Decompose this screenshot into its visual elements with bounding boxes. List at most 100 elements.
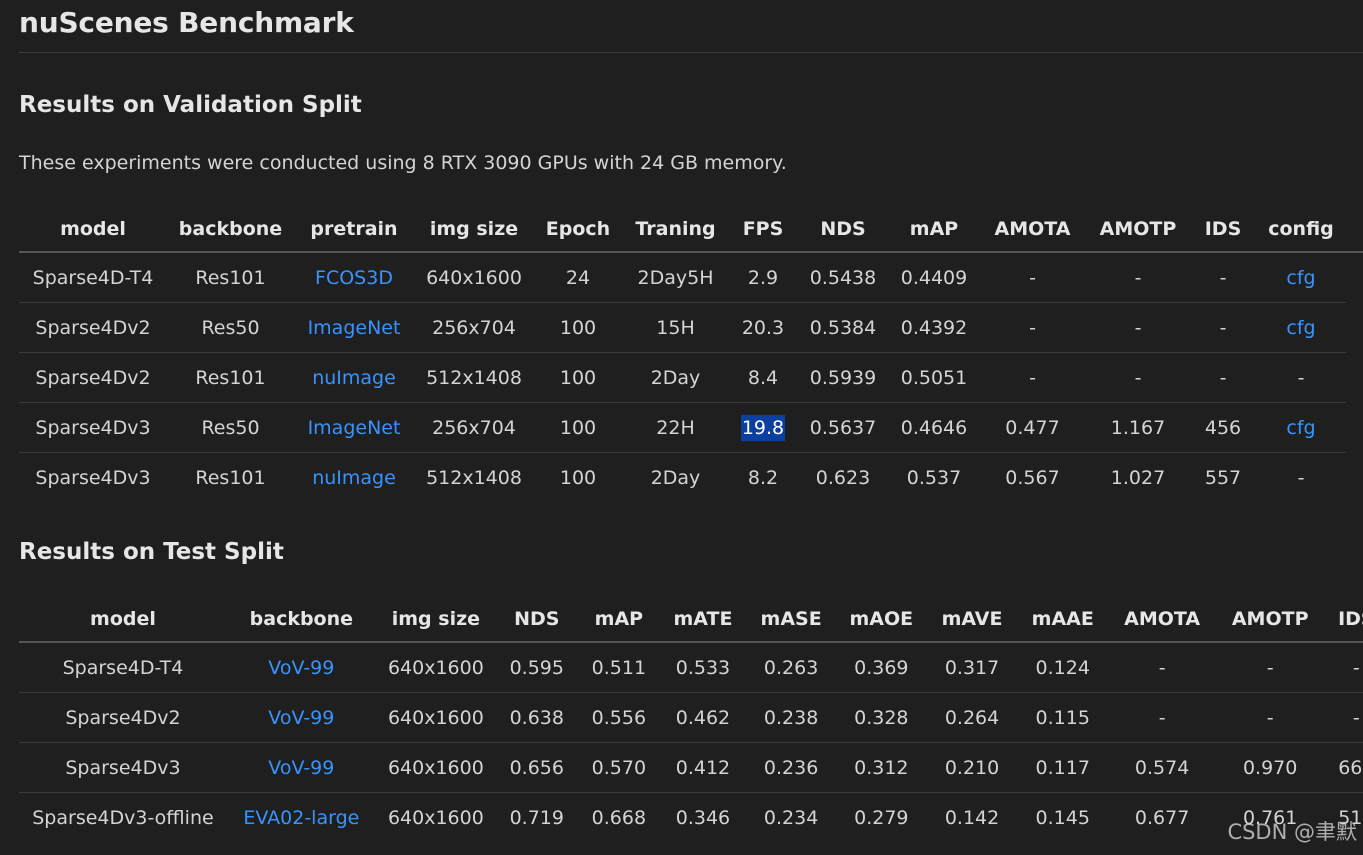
table-cell: 0.656 [496, 742, 578, 793]
table-cell: - [1190, 352, 1256, 403]
column-header: mAVE [926, 597, 1018, 643]
table-cell: 100 [534, 452, 622, 502]
table-cell: 0.574 [1107, 742, 1217, 793]
table-cell: - [1216, 692, 1324, 743]
table-cell: cfg [1256, 402, 1346, 453]
column-header: mAP [577, 597, 661, 643]
table-cell: - [1352, 656, 1360, 679]
table-cell: 0.462 [660, 692, 746, 743]
table-cell: 0.533 [675, 656, 731, 679]
table-cell: 0.279 [836, 792, 927, 842]
title-divider [19, 52, 1363, 53]
table-link[interactable]: nuImage [312, 467, 396, 489]
table-cell: 0.124 [1035, 656, 1090, 679]
table-cell: 22H [622, 402, 729, 453]
column-header: mAOE [836, 597, 927, 643]
table-cell: - [1256, 352, 1346, 403]
column-header: IDS [1190, 207, 1256, 253]
table-cell: FCOS3D [294, 252, 414, 303]
table-cell: 1.167 [1086, 402, 1190, 453]
table-link[interactable]: FCOS3D [315, 267, 393, 289]
table-cell: 669 [1323, 742, 1363, 793]
table-cell: 0.5637 [797, 402, 889, 453]
table-cell: 640x1600 [426, 266, 522, 289]
table-cell: - [1256, 452, 1346, 502]
table-cell: 2Day5H [637, 266, 714, 289]
table-cell: - [1134, 266, 1142, 289]
column-header: IDS [1323, 597, 1363, 643]
table-link[interactable]: cfg [1286, 417, 1315, 439]
validation-intro: These experiments were conducted using 8… [19, 152, 787, 174]
table-cell: 0.312 [836, 742, 927, 793]
table-row: Sparse4Dv2 Res50 ImageNet 256x704 100 15H 20.3… [19, 302, 1363, 353]
table-cell: Res50 [167, 302, 294, 353]
table-cell: 0.668 [577, 792, 661, 842]
column-header: Traning [622, 207, 729, 253]
table-link[interactable]: nuImage [312, 367, 396, 389]
table-cell: 0.570 [577, 742, 661, 793]
table-cell: - [1323, 692, 1363, 743]
table-cell: 0.677 [1107, 792, 1217, 842]
table-cell: - [1107, 692, 1217, 743]
table-header-row: model backbone pretrain img size Epoch Tranin… [19, 207, 1363, 253]
table-cell: 100 [534, 302, 622, 353]
table-cell: - [979, 302, 1086, 353]
column-header: NDS [496, 597, 578, 643]
table-cell: - [1158, 656, 1166, 679]
table-cell: 0.595 [509, 656, 564, 679]
csdn-watermark: CSDN @聿默 [1227, 820, 1357, 844]
table-cell: Sparse4Dv3 [19, 742, 227, 793]
table-cell: Res101 [195, 266, 266, 289]
column-header: AMOTA [979, 207, 1086, 253]
column-header: backbone [167, 207, 294, 253]
table-link[interactable]: VoV-99 [268, 657, 334, 679]
table-cell: 0.412 [660, 742, 746, 793]
table-cell: VoV-99 [227, 642, 376, 693]
table-cell: 8.4 [729, 352, 797, 403]
table-link[interactable]: cfg [1286, 267, 1315, 289]
column-header: mASE [745, 597, 837, 643]
column-header: NDS [797, 207, 889, 253]
table-cell: ImageNet [294, 302, 414, 353]
table-cell: Sparse4Dv2 [19, 302, 167, 353]
table-cell: 0.638 [496, 692, 578, 743]
table-cell: 0.4409 [900, 266, 968, 289]
page-title: nuScenes Benchmark [19, 6, 354, 39]
validation-table: model backbone pretrain img size Epoch Tranin… [19, 207, 1363, 502]
table-link[interactable]: ImageNet [308, 317, 401, 339]
table-cell: Sparse4Dv2 [19, 692, 227, 743]
table-cell: Sparse4D-T4 [62, 656, 184, 679]
column-header: model [19, 597, 227, 643]
table-cell: 0.970 [1216, 742, 1324, 793]
table-cell: cfg [1256, 252, 1346, 303]
column-header: img size [375, 597, 497, 643]
table-cell: 2Day [622, 452, 729, 502]
table-cell: 0.719 [496, 792, 578, 842]
table-cell: nuImage [294, 352, 414, 403]
table-link[interactable]: VoV-99 [268, 707, 334, 729]
column-header: img size [414, 207, 534, 253]
table-cell: 0.263 [763, 656, 819, 679]
column-header: FPS [729, 207, 797, 253]
table-cell: 640x1600 [375, 692, 497, 743]
table-cell: Res50 [167, 402, 294, 453]
table-cell: 640x1600 [387, 656, 484, 679]
table-cell: 2.9 [747, 266, 779, 289]
table-cell: 8.2 [729, 452, 797, 502]
table-cell: - [1029, 266, 1036, 289]
table-cell: 0.117 [1017, 742, 1108, 793]
table-cell: 24 [565, 266, 591, 289]
table-cell: 100 [534, 352, 622, 403]
table-cell: 640x1600 [375, 792, 497, 842]
table-cell: cfg [1256, 302, 1346, 353]
column-header: Epoch [534, 207, 622, 253]
table-cell: - [1086, 352, 1190, 403]
table-row: Sparse4D-T4 VoV-99 640x1600 0.595 0.511 0.533… [19, 642, 1363, 693]
table-row: Sparse4Dv2 Res101 nuImage 512x1408 100 2Day 8.… [19, 352, 1363, 403]
table-link[interactable]: ImageNet [308, 417, 401, 439]
table-link[interactable]: VoV-99 [268, 757, 334, 779]
table-link[interactable]: cfg [1286, 317, 1315, 339]
table-cell: 256x704 [414, 402, 534, 453]
column-header [1346, 207, 1363, 253]
table-link[interactable]: EVA02-large [243, 807, 359, 829]
